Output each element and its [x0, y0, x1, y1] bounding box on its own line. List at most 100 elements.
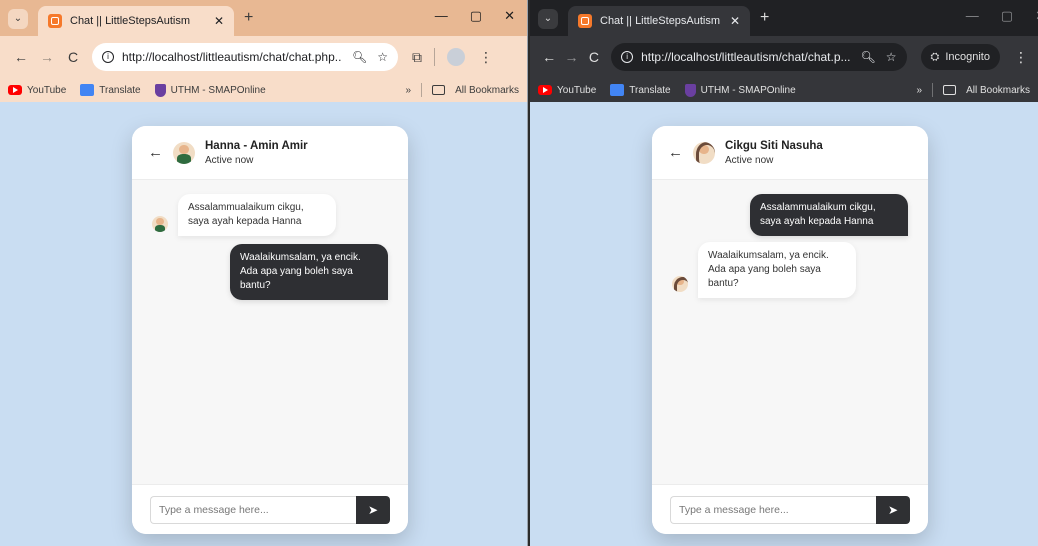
tab-chat[interactable]: Chat || LittleStepsAutism ✕ — [568, 6, 750, 36]
uthm-shield-icon — [154, 83, 166, 97]
tab-strip: ⌄ Chat || LittleStepsAutism ✕ + — ▢ ✕ — [0, 0, 527, 36]
chat-header: ← Cikgu Siti Nasuha Active now — [652, 126, 928, 180]
profile-avatar-icon[interactable] — [447, 48, 465, 66]
new-tab-button[interactable]: + — [244, 9, 253, 27]
site-info-icon[interactable]: i — [102, 51, 114, 63]
contact-status: Active now — [205, 154, 254, 166]
site-info-icon[interactable]: i — [621, 51, 634, 63]
message-avatar — [672, 276, 688, 292]
browser-window-normal: ⌄ Chat || LittleStepsAutism ✕ + — ▢ ✕ ← … — [0, 0, 528, 546]
back-arrow-icon[interactable]: ← — [668, 144, 683, 161]
bookmark-star-icon[interactable]: ☆ — [377, 50, 388, 64]
avatar — [173, 141, 195, 164]
browser-window-incognito: ⌄ Chat || LittleStepsAutism ✕ + — ▢ ✕ ← … — [530, 0, 1038, 546]
all-bookmarks-button[interactable]: All Bookmarks — [432, 85, 519, 96]
send-plane-icon: ➤ — [887, 502, 899, 517]
incoming-message: Assalammualaikum cikgu, saya ayah kepada… — [178, 194, 336, 236]
send-button[interactable]: ➤ — [876, 495, 910, 524]
youtube-icon — [8, 85, 22, 95]
menu-kebab-icon[interactable]: ⋮ — [1014, 49, 1028, 66]
bookmarks-divider — [932, 83, 934, 97]
contact-name: Hanna - Amin Amir — [205, 139, 308, 152]
address-bar[interactable]: i http://localhost/littleautism/chat/cha… — [611, 43, 907, 71]
incognito-icon: ⛭ — [930, 50, 940, 63]
translate-icon — [610, 84, 625, 96]
message-composer: ➤ — [132, 484, 408, 534]
bookmark-star-icon[interactable]: ☆ — [886, 50, 897, 64]
incognito-indicator[interactable]: ⛭ Incognito — [920, 44, 1000, 70]
tab-strip: ⌄ Chat || LittleStepsAutism ✕ + — ▢ ✕ — [530, 0, 1038, 36]
bookmark-youtube[interactable]: YouTube — [8, 85, 66, 96]
menu-kebab-icon[interactable]: ⋮ — [479, 49, 493, 66]
bookmarks-bar: YouTube Translate UTHM - SMAPOnline » Al… — [530, 78, 1038, 102]
maximize-icon[interactable]: ▢ — [470, 8, 482, 24]
minimize-icon[interactable]: — — [966, 8, 979, 24]
incognito-label: Incognito — [945, 51, 990, 63]
zoom-icon[interactable]: 🔍︎ — [861, 50, 876, 64]
forward-arrow-icon[interactable]: → — [36, 49, 58, 65]
new-tab-button[interactable]: + — [760, 9, 769, 27]
browser-toolbar: ← → C i http://localhost/littleautism/ch… — [0, 36, 527, 78]
close-window-icon[interactable]: ✕ — [504, 8, 515, 24]
bookmarks-overflow-icon[interactable]: » — [917, 85, 923, 96]
uthm-shield-icon — [684, 83, 696, 97]
chat-messages[interactable]: Assalammualaikum cikgu, saya ayah kepada… — [132, 180, 408, 484]
send-plane-icon: ➤ — [367, 502, 379, 517]
chat-messages[interactable]: Assalammualaikum cikgu, saya ayah kepada… — [652, 180, 928, 484]
bookmark-translate[interactable]: Translate — [610, 84, 671, 96]
back-arrow-icon[interactable]: ← — [540, 49, 558, 65]
youtube-icon — [538, 85, 552, 95]
incoming-message: Waalaikumsalam, ya encik. Ada apa yang b… — [698, 242, 856, 298]
extensions-puzzle-icon[interactable]: ⧉ — [412, 49, 422, 66]
window-controls: — ▢ ✕ — [966, 8, 1038, 24]
avatar — [693, 141, 715, 164]
minimize-icon[interactable]: — — [435, 8, 448, 24]
back-arrow-icon[interactable]: ← — [10, 49, 32, 65]
page-viewport: ← Cikgu Siti Nasuha Active now Assalammu… — [530, 102, 1038, 546]
forward-arrow-icon[interactable]: → — [562, 49, 580, 65]
outgoing-message: Waalaikumsalam, ya encik. Ada apa yang b… — [230, 244, 388, 300]
send-button[interactable]: ➤ — [356, 495, 390, 524]
folder-icon — [432, 85, 446, 95]
chat-panel: ← Cikgu Siti Nasuha Active now Assalammu… — [652, 126, 928, 534]
message-input[interactable] — [150, 495, 356, 524]
contact-details: Hanna - Amin Amir Active now — [205, 140, 308, 166]
address-bar[interactable]: i http://localhost/littleautism/chat/cha… — [92, 43, 398, 71]
bookmarks-overflow-icon[interactable]: » — [406, 85, 412, 96]
bookmark-translate[interactable]: Translate — [80, 84, 141, 96]
toolbar-divider — [434, 48, 435, 66]
tab-title: Chat || LittleStepsAutism — [70, 15, 191, 27]
all-bookmarks-button[interactable]: All Bookmarks — [943, 85, 1030, 96]
reload-icon[interactable]: C — [585, 49, 603, 65]
window-controls: — ▢ ✕ — [435, 8, 515, 24]
message-composer: ➤ — [652, 484, 928, 534]
bookmark-uthm[interactable]: UTHM - SMAPOnline — [684, 83, 796, 97]
chat-panel: ← Hanna - Amin Amir Active now Assalammu… — [132, 126, 408, 534]
message-avatar — [152, 216, 168, 232]
bookmarks-bar: YouTube Translate UTHM - SMAPOnline » Al… — [0, 78, 527, 102]
zoom-icon[interactable]: 🔍︎ — [352, 50, 367, 64]
bookmarks-divider — [421, 83, 423, 97]
tab-close-icon[interactable]: ✕ — [214, 14, 224, 28]
tab-close-icon[interactable]: ✕ — [730, 14, 740, 28]
translate-icon — [80, 84, 95, 96]
url-text: http://localhost/littleautism/chat/chat.… — [641, 50, 851, 64]
url-text: http://localhost/littleautism/chat/chat.… — [122, 50, 342, 64]
tab-chat[interactable]: Chat || LittleStepsAutism ✕ — [38, 6, 234, 36]
site-favicon-icon — [578, 14, 592, 28]
folder-icon — [943, 85, 957, 95]
bookmark-youtube[interactable]: YouTube — [538, 85, 596, 96]
tab-search-icon[interactable]: ⌄ — [8, 9, 28, 29]
reload-icon[interactable]: C — [62, 49, 84, 65]
maximize-icon[interactable]: ▢ — [1001, 8, 1013, 24]
page-viewport: ← Hanna - Amin Amir Active now Assalammu… — [0, 102, 527, 546]
site-favicon-icon — [48, 14, 62, 28]
back-arrow-icon[interactable]: ← — [148, 144, 163, 161]
bookmark-uthm[interactable]: UTHM - SMAPOnline — [154, 83, 266, 97]
browser-toolbar: ← → C i http://localhost/littleautism/ch… — [530, 36, 1038, 78]
contact-details: Cikgu Siti Nasuha Active now — [725, 140, 823, 166]
outgoing-message: Assalammualaikum cikgu, saya ayah kepada… — [750, 194, 908, 236]
message-input[interactable] — [670, 495, 876, 524]
chat-header: ← Hanna - Amin Amir Active now — [132, 126, 408, 180]
tab-search-icon[interactable]: ⌄ — [538, 9, 558, 29]
